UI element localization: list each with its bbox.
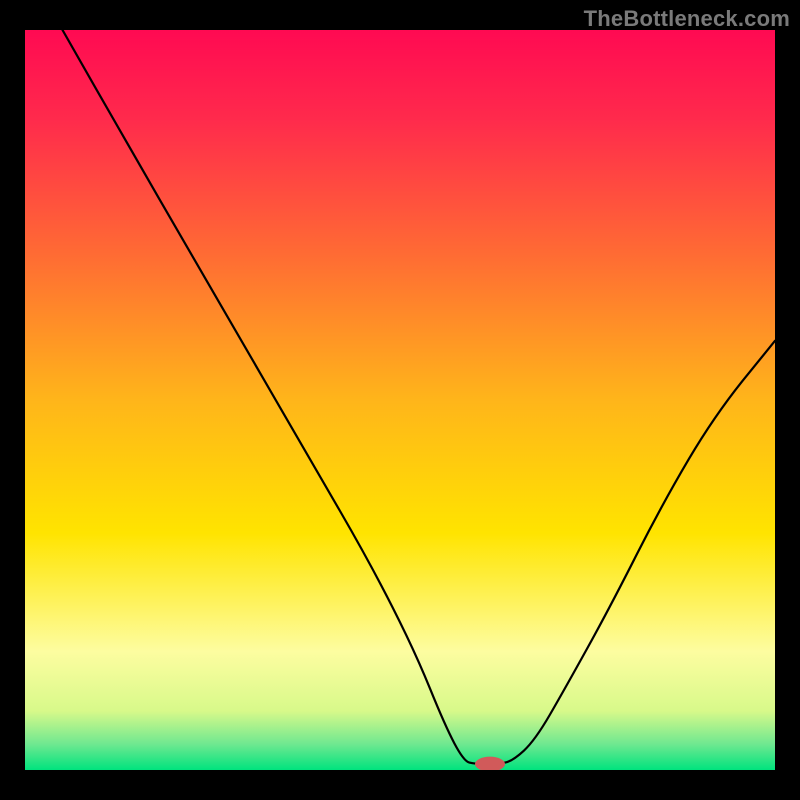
- chart-container: TheBottleneck.com: [0, 0, 800, 800]
- watermark-text: TheBottleneck.com: [584, 6, 790, 32]
- chart-plot-area: [25, 30, 775, 770]
- chart-background: [25, 30, 775, 770]
- chart-svg: [25, 30, 775, 770]
